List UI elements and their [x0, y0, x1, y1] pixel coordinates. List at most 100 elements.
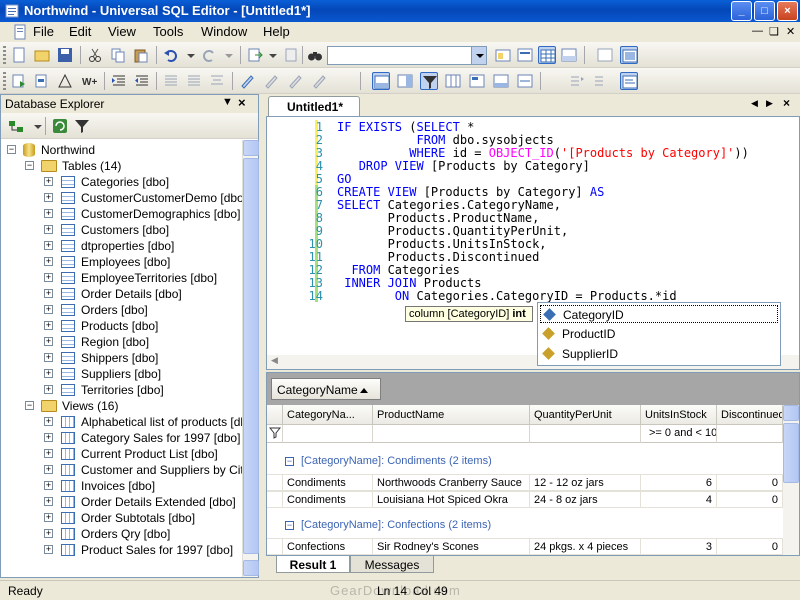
rollback-button[interactable]	[286, 72, 304, 90]
outdent-button[interactable]	[133, 72, 151, 90]
expand-icon[interactable]: +	[44, 257, 53, 266]
comment-lines-button[interactable]	[162, 72, 180, 90]
tree-node-view[interactable]: + Customer and Suppliers by City [dbo]	[1, 462, 242, 478]
cut-button[interactable]	[86, 46, 104, 64]
tree-node-view[interactable]: + Orders Qry [dbo]	[1, 526, 241, 542]
code-line[interactable]: Products.Discontinued	[337, 250, 540, 264]
expand-icon[interactable]: +	[44, 177, 53, 186]
menu-view[interactable]: View	[108, 24, 136, 39]
cell-qty[interactable]: 24 - 8 oz jars	[530, 492, 641, 508]
minimize-button[interactable]: _	[731, 1, 752, 21]
expand-icon[interactable]: +	[44, 353, 53, 362]
save-button[interactable]	[56, 46, 74, 64]
tree-node-table[interactable]: + Shippers [dbo]	[1, 350, 241, 366]
expand-icon[interactable]: +	[44, 465, 53, 474]
table-row[interactable]: Condiments Louisiana Hot Spiced Okra 24 - …	[267, 491, 799, 508]
filter-button[interactable]	[420, 72, 438, 90]
collapse-icon[interactable]: −	[285, 457, 294, 466]
open-file-button[interactable]	[33, 46, 51, 64]
code-line[interactable]: INNER JOIN Products	[337, 276, 481, 290]
bookmark-button[interactable]	[568, 72, 586, 90]
scroll-left-icon[interactable]: ◀	[271, 355, 278, 366]
completion-list[interactable]: CategoryID ProductID SupplierID	[537, 302, 781, 366]
output-button[interactable]	[560, 46, 578, 64]
cell-product[interactable]: Sir Rodney's Scones	[373, 539, 530, 555]
tree-node-view[interactable]: + Category Sales for 1997 [dbo]	[1, 430, 241, 446]
cell-disc[interactable]: 0	[717, 475, 783, 491]
menu-tools[interactable]: Tools	[153, 24, 183, 39]
collapse-icon[interactable]: −	[25, 161, 34, 170]
commit-button[interactable]	[262, 72, 280, 90]
cell-units[interactable]: 4	[641, 492, 717, 508]
code-line[interactable]: GO	[337, 172, 351, 186]
tree-node-table[interactable]: + Products [dbo]	[1, 318, 241, 334]
tree-node-table[interactable]: + Territories [dbo]	[1, 382, 241, 398]
column-chooser-button[interactable]	[444, 72, 462, 90]
filter-cell-quantity[interactable]	[530, 425, 641, 443]
explorer-vertical-scrollbar[interactable]	[242, 140, 259, 577]
code-line[interactable]: Products.ProductName,	[337, 211, 540, 225]
expand-icon[interactable]: +	[44, 193, 53, 202]
cell-qty[interactable]: 12 - 12 oz jars	[530, 475, 641, 491]
find-button[interactable]	[306, 46, 324, 64]
tree-node-database[interactable]: − Northwind	[1, 142, 241, 158]
code-line[interactable]: Products.UnitsInStock,	[337, 237, 547, 251]
filter-cell-discontinued[interactable]	[717, 425, 783, 443]
expand-icon[interactable]: +	[44, 513, 53, 522]
code-line[interactable]: FROM Categories	[337, 263, 459, 277]
filter-cell-unitsinstock[interactable]: >= 0 and < 10	[641, 425, 717, 443]
tree-node-table[interactable]: + Order Details [dbo]	[1, 286, 241, 302]
undo-dropdown-icon[interactable]	[182, 46, 200, 64]
cell-qty[interactable]: 24 pkgs. x 4 pieces	[530, 539, 641, 555]
indent-button[interactable]	[110, 72, 128, 90]
tab-scroll-left-icon[interactable]: ◀	[751, 98, 758, 109]
refresh-button[interactable]	[51, 117, 69, 135]
collapse-icon[interactable]: −	[25, 401, 34, 410]
collapse-icon[interactable]: −	[7, 145, 16, 154]
completion-item[interactable]: SupplierID	[540, 345, 778, 363]
expand-icon[interactable]: +	[44, 225, 53, 234]
tree-node-table[interactable]: + Orders [dbo]	[1, 302, 241, 318]
expand-icon[interactable]: +	[44, 289, 53, 298]
execute-button[interactable]	[10, 72, 28, 90]
tree-node-table[interactable]: + Suppliers [dbo]	[1, 366, 241, 382]
scroll-thumb[interactable]	[783, 423, 799, 483]
expand-icon[interactable]: +	[44, 337, 53, 346]
expand-icon[interactable]: +	[44, 273, 53, 282]
scroll-up-icon[interactable]	[783, 405, 799, 421]
expand-icon[interactable]: +	[44, 481, 53, 490]
tree-node-view[interactable]: + Order Details Extended [dbo]	[1, 494, 241, 510]
completion-item[interactable]: CategoryID	[540, 305, 778, 323]
column-header-quantityperunit[interactable]: QuantityPerUnit	[530, 405, 641, 425]
execute-selection-button[interactable]	[33, 72, 51, 90]
tree-node-tables-folder[interactable]: − Tables (14)	[1, 158, 241, 174]
expand-icon[interactable]: +	[44, 209, 53, 218]
code-line[interactable]: DROP VIEW [Products by Category]	[337, 159, 590, 173]
toolbar-grip[interactable]	[3, 46, 6, 64]
redo-dropdown-icon[interactable]	[220, 46, 238, 64]
tree-node-view[interactable]: + Order Subtotals [dbo]	[1, 510, 241, 526]
tree-node-table[interactable]: + CustomerCustomerDemo [dbo]	[1, 190, 242, 206]
tree-node-table[interactable]: + CustomerDemographics [dbo]	[1, 206, 241, 222]
expand-icon[interactable]: +	[44, 433, 53, 442]
code-line[interactable]: IF EXISTS (SELECT *	[337, 120, 474, 134]
close-panel-icon[interactable]: ×	[238, 95, 246, 110]
tree-node-table[interactable]: + Region [dbo]	[1, 334, 241, 350]
tree-node-table[interactable]: + Categories [dbo]	[1, 174, 241, 190]
code-line[interactable]: CREATE VIEW [Products by Category] AS	[337, 185, 604, 199]
expand-icon[interactable]: +	[44, 417, 53, 426]
mdi-minimize-icon[interactable]: —	[752, 25, 763, 37]
next-bookmark-button[interactable]	[592, 72, 610, 90]
completion-item[interactable]: ProductID	[540, 325, 778, 343]
code-line[interactable]: WHERE id = OBJECT_ID('[Products by Categ…	[337, 146, 749, 160]
database-explorer-button[interactable]	[494, 46, 512, 64]
autocomplete-button[interactable]	[620, 72, 638, 90]
group-by-chip[interactable]: CategoryName	[271, 378, 381, 400]
uncomment-lines-button[interactable]	[185, 72, 203, 90]
tree-node-view[interactable]: + Product Sales for 1997 [dbo]	[1, 542, 241, 558]
group-row[interactable]: − [CategoryName]: Condiments (2 items)	[285, 453, 785, 471]
scroll-thumb[interactable]	[243, 158, 259, 554]
results-panel-button[interactable]	[396, 72, 414, 90]
expand-icon[interactable]: +	[44, 497, 53, 506]
menu-window[interactable]: Window	[201, 24, 247, 39]
